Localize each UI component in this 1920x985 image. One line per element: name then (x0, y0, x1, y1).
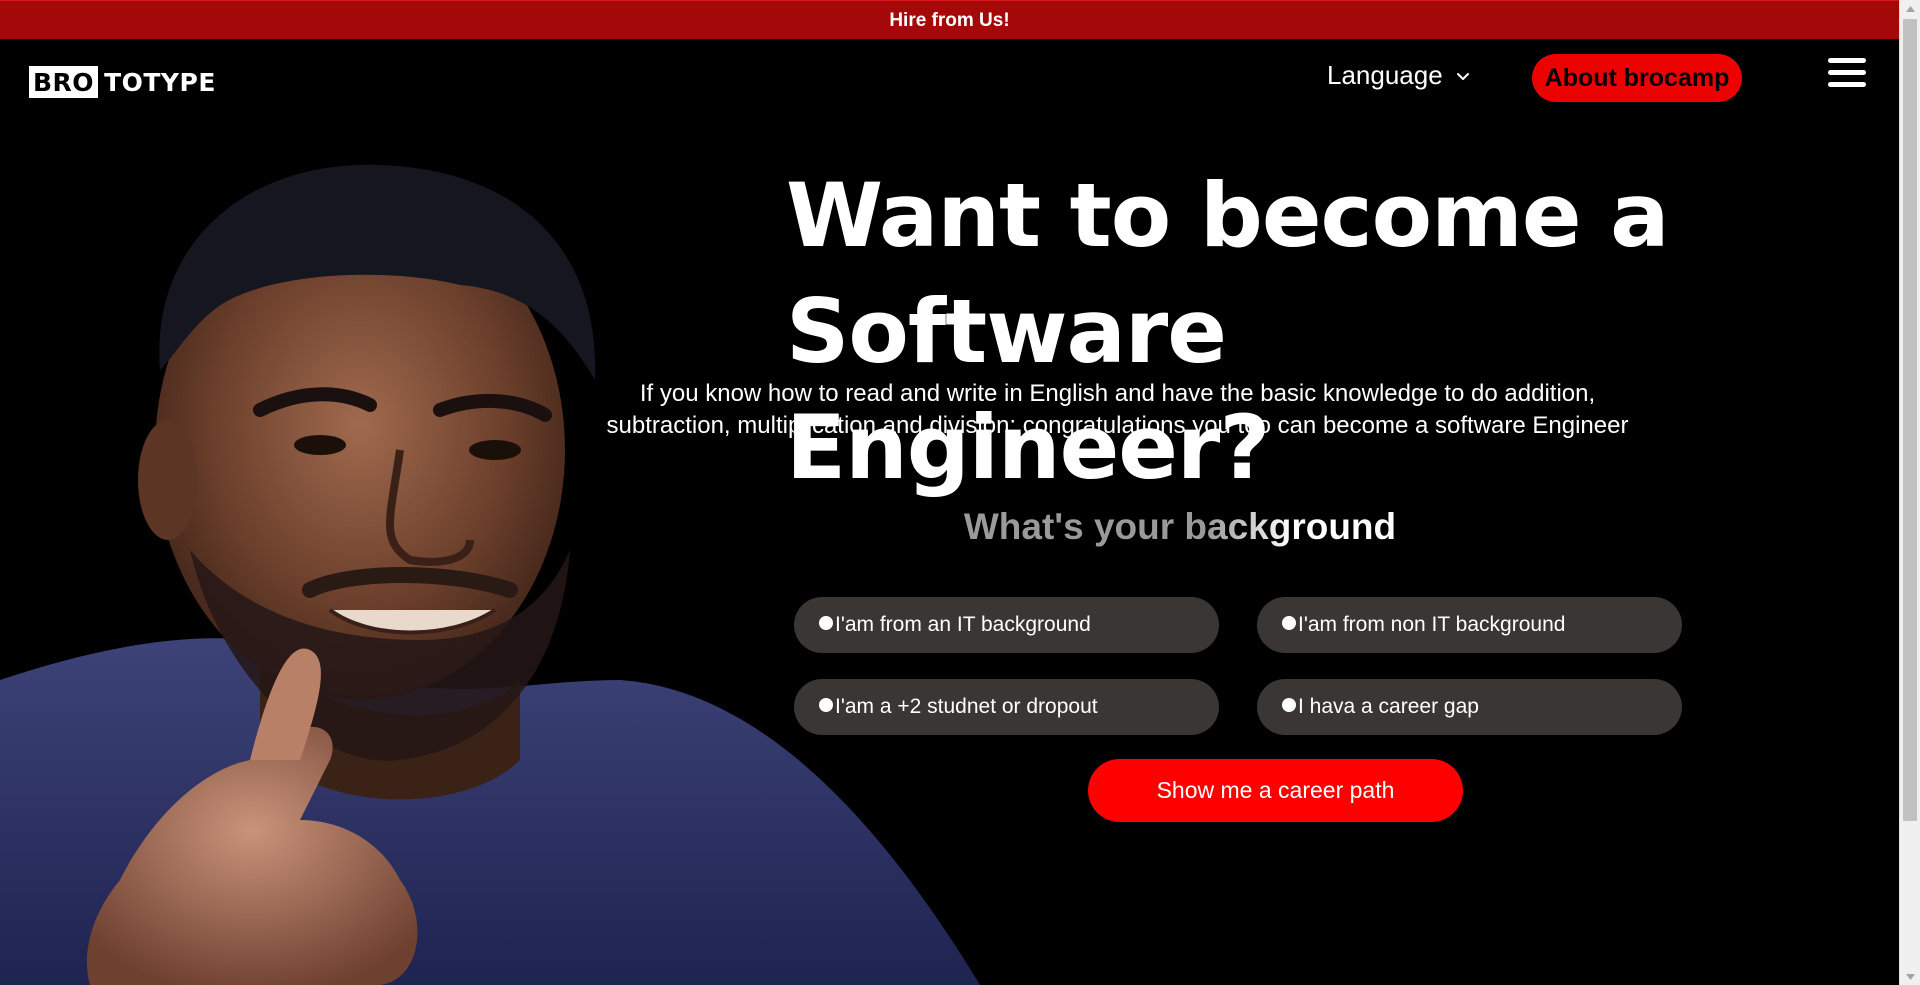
background-question: What's your background (900, 506, 1460, 548)
brototype-logo[interactable]: BRO TOTYPE (29, 66, 216, 98)
headline-line-1: Want to become a (786, 164, 1670, 267)
scrollbar-thumb[interactable] (1903, 19, 1917, 821)
language-dropdown[interactable]: Language (1327, 60, 1471, 91)
option-it-background[interactable]: I'am from an IT background (794, 597, 1219, 653)
hamburger-menu-icon[interactable] (1828, 58, 1866, 92)
language-label: Language (1327, 60, 1443, 90)
option-non-it-background[interactable]: I'am from non IT background (1257, 597, 1682, 653)
scroll-up-arrow-icon[interactable] (1900, 0, 1920, 17)
page-scrollbar[interactable] (1899, 0, 1920, 985)
hero-subtext: If you know how to read and write in Eng… (606, 380, 1629, 439)
option-label: I hava a career gap (1298, 695, 1479, 718)
option-label: I'am from an IT background (835, 613, 1091, 636)
radio-icon[interactable] (1282, 698, 1296, 712)
about-brocamp-button[interactable]: About brocamp (1532, 54, 1742, 102)
option-plus-two-dropout[interactable]: I'am a +2 studnet or dropout (794, 679, 1219, 735)
radio-icon[interactable] (819, 698, 833, 712)
hire-banner-text[interactable]: Hire from Us! (889, 10, 1009, 31)
logo-totype: TOTYPE (104, 67, 216, 97)
option-label: I'am from non IT background (1298, 613, 1566, 636)
chevron-down-icon (1456, 72, 1469, 80)
option-career-gap[interactable]: I hava a career gap (1257, 679, 1682, 735)
background-options: I'am from an IT background I'am from non… (794, 597, 1682, 735)
scroll-down-arrow-icon[interactable] (1900, 968, 1920, 985)
hero-headline: Want to become a Software Engineer? (786, 158, 1686, 506)
hire-banner[interactable]: Hire from Us! (0, 0, 1899, 39)
radio-icon[interactable] (1282, 616, 1296, 630)
page: Hire from Us! BRO TOTYPE Language About … (0, 0, 1920, 985)
option-label: I'am a +2 studnet or dropout (835, 695, 1098, 718)
show-career-path-button[interactable]: Show me a career path (1088, 759, 1463, 822)
logo-bro: BRO (29, 66, 99, 98)
radio-icon[interactable] (819, 616, 833, 630)
